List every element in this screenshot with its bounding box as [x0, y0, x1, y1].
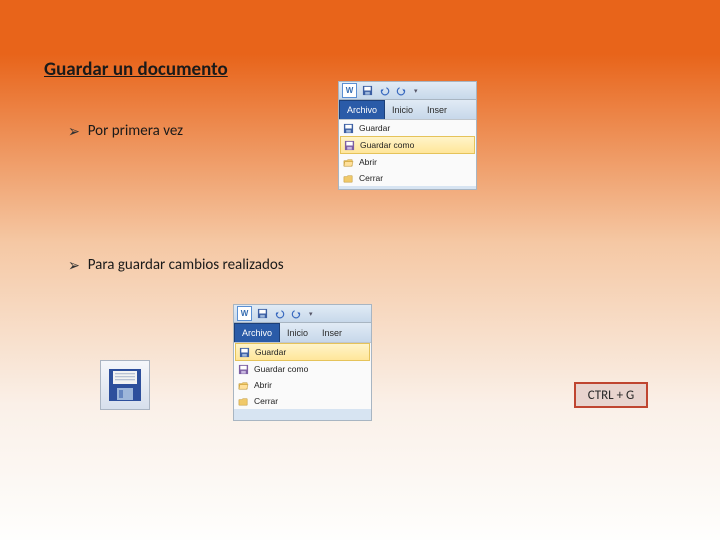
ribbon-tabs: Archivo Inicio Inser: [339, 100, 476, 119]
bullet-text: Para guardar cambios realizados: [88, 256, 284, 274]
tab-insert[interactable]: Inser: [420, 100, 454, 119]
tab-home[interactable]: Inicio: [385, 100, 420, 119]
qat-dropdown-icon: ▾: [309, 310, 313, 318]
menu-label: Cerrar: [359, 173, 383, 183]
word-app-icon: W: [237, 306, 252, 321]
tab-insert[interactable]: Inser: [315, 323, 349, 342]
folder-close-icon: [237, 395, 249, 407]
menu-item-close[interactable]: Cerrar: [339, 170, 476, 186]
menu-label: Guardar: [359, 123, 390, 133]
menu-label: Abrir: [359, 157, 377, 167]
slide-title: Guardar un documento: [44, 58, 228, 81]
menu-item-save[interactable]: Guardar: [339, 120, 476, 136]
menu-item-save-as[interactable]: Guardar como: [234, 361, 371, 377]
bullet-arrow-icon: ➢: [68, 255, 80, 275]
floppy-icon: [342, 122, 354, 134]
folder-open-icon: [342, 156, 354, 168]
tab-file[interactable]: Archivo: [339, 100, 385, 119]
menu-label: Guardar como: [360, 140, 414, 150]
bullet-first-save: ➢ Por primera vez: [68, 122, 183, 140]
file-menu: Guardar Guardar como Abrir Cerrar: [234, 342, 371, 409]
qat-redo-icon: [395, 84, 408, 97]
bullet-arrow-icon: ➢: [68, 121, 80, 141]
menu-label: Cerrar: [254, 396, 278, 406]
floppy-icon: [238, 346, 250, 358]
menu-item-save-as[interactable]: Guardar como: [340, 136, 475, 154]
qat-save-icon: [256, 307, 269, 320]
quick-access-toolbar: W ▾: [339, 82, 476, 100]
menu-item-close[interactable]: Cerrar: [234, 393, 371, 409]
qat-dropdown-icon: ▾: [414, 87, 418, 95]
menu-item-save[interactable]: Guardar: [235, 343, 370, 361]
qat-undo-icon: [273, 307, 286, 320]
menu-item-open[interactable]: Abrir: [234, 377, 371, 393]
qat-redo-icon: [290, 307, 303, 320]
word-menu-screenshot-1: W ▾ Archivo Inicio Inser Guardar Guardar…: [338, 81, 477, 190]
qat-save-icon: [361, 84, 374, 97]
folder-open-icon: [237, 379, 249, 391]
menu-item-open[interactable]: Abrir: [339, 154, 476, 170]
save-floppy-icon-large: [100, 360, 150, 410]
keyboard-shortcut-badge: CTRL + G: [574, 382, 648, 408]
word-menu-screenshot-2: W ▾ Archivo Inicio Inser Guardar Guardar…: [233, 304, 372, 421]
bullet-save-changes: ➢ Para guardar cambios realizados: [68, 256, 284, 274]
quick-access-toolbar: W ▾: [234, 305, 371, 323]
tab-home[interactable]: Inicio: [280, 323, 315, 342]
word-app-icon: W: [342, 83, 357, 98]
tab-file[interactable]: Archivo: [234, 323, 280, 342]
ribbon-tabs: Archivo Inicio Inser: [234, 323, 371, 342]
bullet-text: Por primera vez: [88, 122, 183, 140]
save-as-icon: [343, 139, 355, 151]
menu-label: Guardar como: [254, 364, 308, 374]
file-menu: Guardar Guardar como Abrir Cerrar: [339, 119, 476, 186]
menu-label: Abrir: [254, 380, 272, 390]
qat-undo-icon: [378, 84, 391, 97]
folder-close-icon: [342, 172, 354, 184]
save-as-icon: [237, 363, 249, 375]
menu-label: Guardar: [255, 347, 286, 357]
